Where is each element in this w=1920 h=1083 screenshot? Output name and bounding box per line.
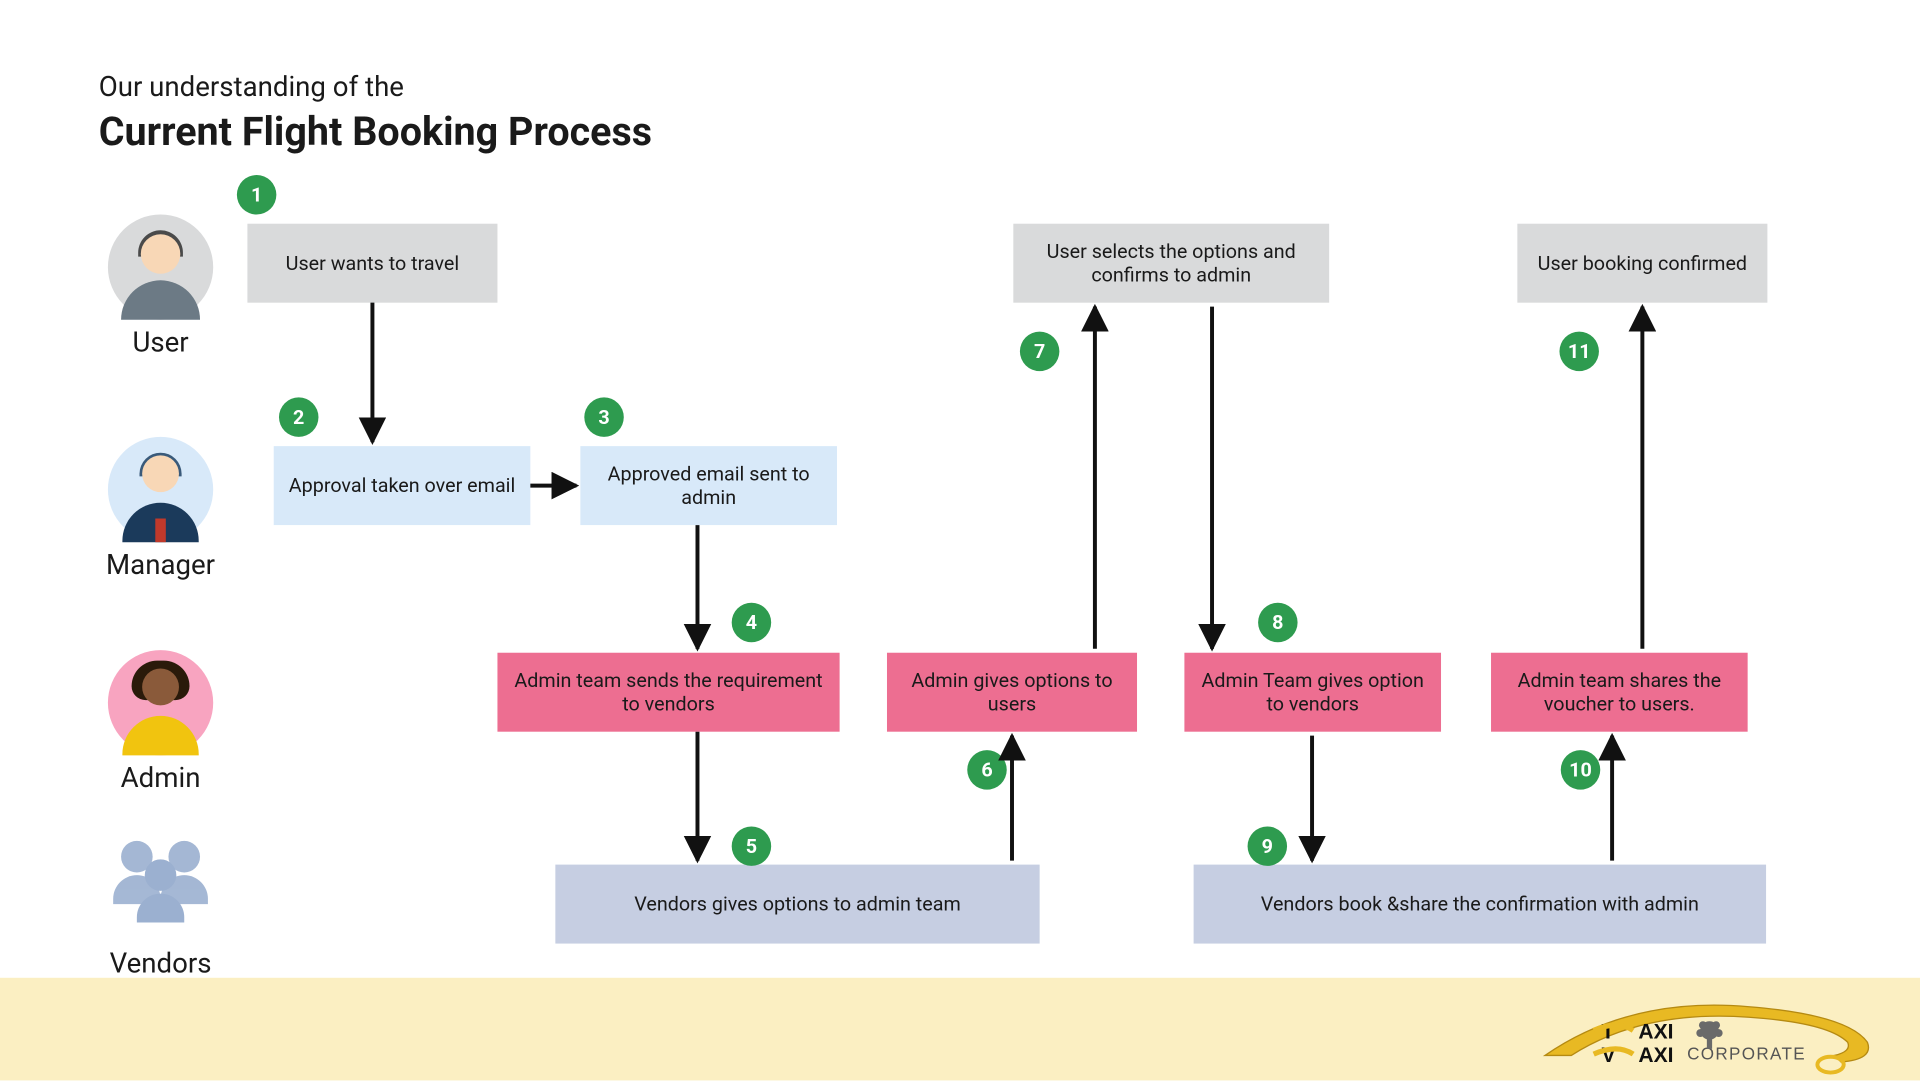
lane-admin-label: Admin <box>101 763 219 795</box>
title: Current Flight Booking Process <box>99 109 652 155</box>
svg-text:CORPORATE: CORPORATE <box>1687 1044 1806 1063</box>
node-approved-sent-admin: Approved email sent to admin <box>580 446 837 525</box>
node-admin-sends-vendors: Admin team sends the requirement to vend… <box>497 653 839 732</box>
lane-manager: Manager <box>101 437 219 582</box>
lane-manager-label: Manager <box>101 550 219 582</box>
step-badge-4: 4 <box>732 603 771 642</box>
svg-text:AXI: AXI <box>1638 1044 1673 1067</box>
step-badge-10: 10 <box>1561 750 1600 789</box>
slide-title-block: Our understanding of the Current Flight … <box>99 72 652 155</box>
node-approval-email: Approval taken over email <box>274 446 531 525</box>
lane-vendors: Vendors <box>101 836 219 981</box>
step-badge-8: 8 <box>1258 603 1297 642</box>
step-badge-5: 5 <box>732 826 771 865</box>
step-badge-3: 3 <box>584 397 623 436</box>
lane-user-label: User <box>101 328 219 360</box>
node-booking-confirmed: User booking confirmed <box>1517 224 1767 303</box>
step-badge-2: 2 <box>279 397 318 436</box>
node-admin-options-users: Admin gives options to users <box>887 653 1137 732</box>
lane-admin: Admin <box>101 650 219 795</box>
lane-user: User <box>101 215 219 360</box>
step-badge-7: 7 <box>1020 332 1059 371</box>
svg-text:AXI: AXI <box>1638 1020 1673 1043</box>
node-vendors-book-confirm: Vendors book &share the confirmation wit… <box>1194 865 1766 944</box>
step-badge-11: 11 <box>1559 332 1598 371</box>
avatar-vendors-icon <box>108 836 213 941</box>
pretitle: Our understanding of the <box>99 72 652 104</box>
lane-vendors-label: Vendors <box>101 949 219 981</box>
avatar-admin-icon <box>108 650 213 755</box>
node-user-selects-confirm: User selects the options and confirms to… <box>1013 224 1329 303</box>
avatar-manager-icon <box>108 437 213 542</box>
node-admin-shares-voucher: Admin team shares the voucher to users. <box>1491 653 1748 732</box>
node-user-wants-travel: User wants to travel <box>247 224 497 303</box>
avatar-user-icon <box>108 215 213 320</box>
step-badge-1: 1 <box>237 175 276 214</box>
node-vendors-give-options: Vendors gives options to admin team <box>555 865 1039 944</box>
step-badge-6: 6 <box>967 750 1006 789</box>
brand-logo: T AXI V AXI CORPORATE <box>1538 983 1880 1078</box>
step-badge-9: 9 <box>1248 826 1287 865</box>
node-admin-option-vendors: Admin Team gives option to vendors <box>1184 653 1441 732</box>
